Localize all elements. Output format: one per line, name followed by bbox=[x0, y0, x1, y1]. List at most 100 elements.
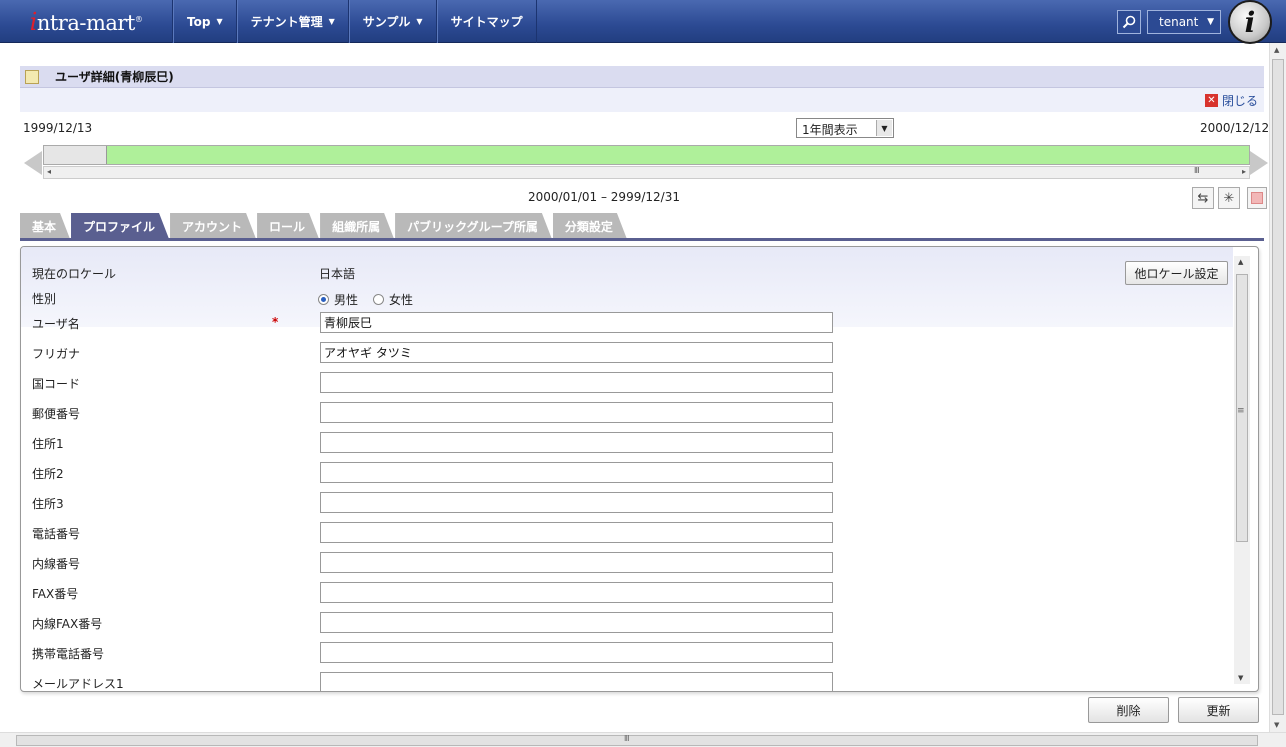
form-row: 住所2 bbox=[21, 457, 1233, 487]
close-button[interactable]: ✕ 閉じる bbox=[1204, 92, 1258, 109]
scroll-up-icon[interactable]: ▲ bbox=[1274, 46, 1279, 54]
field-input[interactable] bbox=[320, 642, 833, 663]
field-label: メールアドレス1 bbox=[32, 677, 124, 691]
form-row: 内線番号 bbox=[21, 547, 1233, 577]
chevron-down-icon: ▼ bbox=[416, 17, 423, 26]
intra-mart-logo[interactable]: intra-mart® bbox=[0, 0, 173, 43]
timeline-prev-arrow[interactable] bbox=[24, 151, 42, 175]
tab-1[interactable]: プロファイル bbox=[71, 213, 169, 239]
form-row: 携帯電話番号 bbox=[21, 637, 1233, 667]
page-horizontal-scrollbar[interactable]: Ⅲ bbox=[0, 732, 1286, 747]
tab-4[interactable]: 組織所属 bbox=[320, 213, 394, 239]
field-input[interactable] bbox=[320, 552, 833, 573]
period-select[interactable]: 1年間表示 ▼ bbox=[796, 118, 894, 138]
field-input[interactable] bbox=[320, 342, 833, 363]
chevron-down-icon: ▼ bbox=[216, 17, 223, 26]
fit-range-button[interactable]: ⇆ bbox=[1192, 187, 1214, 209]
scroll-grip-icon[interactable]: Ⅲ bbox=[1194, 166, 1200, 175]
form-row: ユーザ名 * bbox=[21, 307, 1233, 337]
timeline-active-period[interactable] bbox=[106, 146, 1249, 164]
menu-item-label: サンプル bbox=[362, 15, 411, 29]
field-label: 国コード bbox=[32, 377, 81, 391]
scroll-thumb[interactable] bbox=[1272, 59, 1284, 715]
menu-item-3[interactable]: サイトマップ bbox=[436, 0, 537, 43]
chevron-down-icon: ▼ bbox=[328, 17, 335, 26]
tab-3[interactable]: ロール bbox=[257, 213, 319, 239]
menu-item-0[interactable]: Top ▼ bbox=[173, 0, 237, 43]
validity-range: 2000/01/01 – 2999/12/31 bbox=[528, 190, 680, 204]
field-input[interactable] bbox=[320, 612, 833, 633]
field-input[interactable] bbox=[320, 312, 833, 333]
scroll-right-icon[interactable]: ▸ bbox=[1242, 167, 1246, 176]
gender-male-label: 男性 bbox=[334, 293, 359, 307]
form-row: 内線FAX番号 bbox=[21, 607, 1233, 637]
user-menu-icon[interactable]: i bbox=[1228, 0, 1272, 44]
menu-item-2[interactable]: サンプル ▼ bbox=[348, 0, 437, 43]
radio-icon[interactable] bbox=[373, 294, 384, 305]
form-row: メールアドレス1 bbox=[21, 667, 1233, 691]
field-input[interactable] bbox=[320, 462, 833, 483]
field-input[interactable] bbox=[320, 432, 833, 453]
scroll-down-icon[interactable]: ▼ bbox=[1274, 721, 1279, 729]
field-label: 内線番号 bbox=[32, 557, 81, 571]
field-label: 携帯電話番号 bbox=[32, 647, 105, 661]
scroll-down-icon[interactable]: ▼ bbox=[1238, 674, 1243, 682]
timeline-start-date: 1999/12/13 bbox=[23, 121, 93, 135]
timeline-inactive-period bbox=[44, 146, 107, 164]
tenant-selector[interactable]: tenant ▼ bbox=[1147, 10, 1221, 34]
delete-period-icon bbox=[1251, 192, 1263, 204]
timeline-end-date: 2000/12/12 bbox=[1200, 121, 1270, 135]
timeline-scrollbar[interactable]: ◂ Ⅲ ▸ bbox=[43, 166, 1250, 179]
tab-0[interactable]: 基本 bbox=[20, 213, 70, 239]
form-row: 郵便番号 bbox=[21, 397, 1233, 427]
field-label: ユーザ名 bbox=[32, 317, 80, 331]
delete-button[interactable]: 削除 bbox=[1088, 697, 1169, 723]
timeline-next-arrow[interactable] bbox=[1250, 151, 1268, 175]
form-row: 国コード bbox=[21, 367, 1233, 397]
menu-item-label: テナント管理 bbox=[250, 15, 323, 29]
close-label: 閉じる bbox=[1221, 94, 1258, 108]
scroll-left-icon[interactable]: ◂ bbox=[47, 167, 51, 176]
update-button[interactable]: 更新 bbox=[1178, 697, 1259, 723]
timeline-bar[interactable] bbox=[43, 145, 1250, 165]
split-period-button[interactable]: ✳ bbox=[1218, 187, 1240, 209]
tab-2[interactable]: アカウント bbox=[170, 213, 256, 239]
menu-item-1[interactable]: テナント管理 ▼ bbox=[236, 0, 349, 43]
field-input[interactable] bbox=[320, 582, 833, 603]
menu-item-label: Top bbox=[187, 14, 211, 29]
menu-item-label: サイトマップ bbox=[450, 15, 523, 29]
form-scrollbar[interactable]: ▲ ≡ ▼ bbox=[1234, 256, 1250, 684]
tab-5[interactable]: パブリックグループ所属 bbox=[395, 213, 552, 239]
profile-form-panel: 現在のロケール 日本語 他ロケール設定 性別 男性 女性 ユーザ名*フリガナ国コ… bbox=[20, 246, 1259, 692]
radio-icon[interactable] bbox=[318, 294, 329, 305]
field-input[interactable] bbox=[320, 402, 833, 423]
period-select-value: 1年間表示 bbox=[802, 123, 858, 137]
field-input[interactable] bbox=[320, 522, 833, 543]
page-vertical-scrollbar[interactable]: ▲ ▼ bbox=[1269, 43, 1286, 732]
tenant-label: tenant bbox=[1159, 15, 1199, 29]
locale-label: 現在のロケール bbox=[32, 267, 117, 281]
locale-value: 日本語 bbox=[319, 267, 356, 281]
field-input[interactable] bbox=[320, 492, 833, 513]
field-input[interactable] bbox=[320, 372, 833, 393]
gender-male-radio[interactable]: 男性 bbox=[318, 291, 358, 308]
split-icon: ✳ bbox=[1223, 190, 1235, 206]
search-button[interactable] bbox=[1117, 10, 1141, 34]
gender-female-radio[interactable]: 女性 bbox=[373, 291, 413, 308]
form-row: FAX番号 bbox=[21, 577, 1233, 607]
delete-period-button[interactable] bbox=[1247, 187, 1267, 209]
page-toolbar: ✕ 閉じる bbox=[20, 88, 1264, 112]
required-mark: * bbox=[272, 315, 279, 329]
tab-underline bbox=[20, 238, 1264, 241]
field-label: FAX番号 bbox=[32, 587, 79, 601]
scroll-up-icon[interactable]: ▲ bbox=[1238, 258, 1243, 266]
scroll-thumb[interactable] bbox=[16, 735, 1258, 746]
field-label: 郵便番号 bbox=[32, 407, 81, 421]
field-label: 住所2 bbox=[32, 467, 64, 481]
expand-horizontal-icon: ⇆ bbox=[1197, 190, 1209, 206]
field-input[interactable] bbox=[320, 672, 833, 691]
main-menu: Top ▼ テナント管理 ▼ サンプル ▼ サイトマップ bbox=[173, 0, 537, 43]
tab-6[interactable]: 分類設定 bbox=[553, 213, 627, 239]
page-title-bar: ユーザ詳細(青柳辰巳) bbox=[20, 66, 1264, 88]
field-label: 内線FAX番号 bbox=[32, 617, 103, 631]
